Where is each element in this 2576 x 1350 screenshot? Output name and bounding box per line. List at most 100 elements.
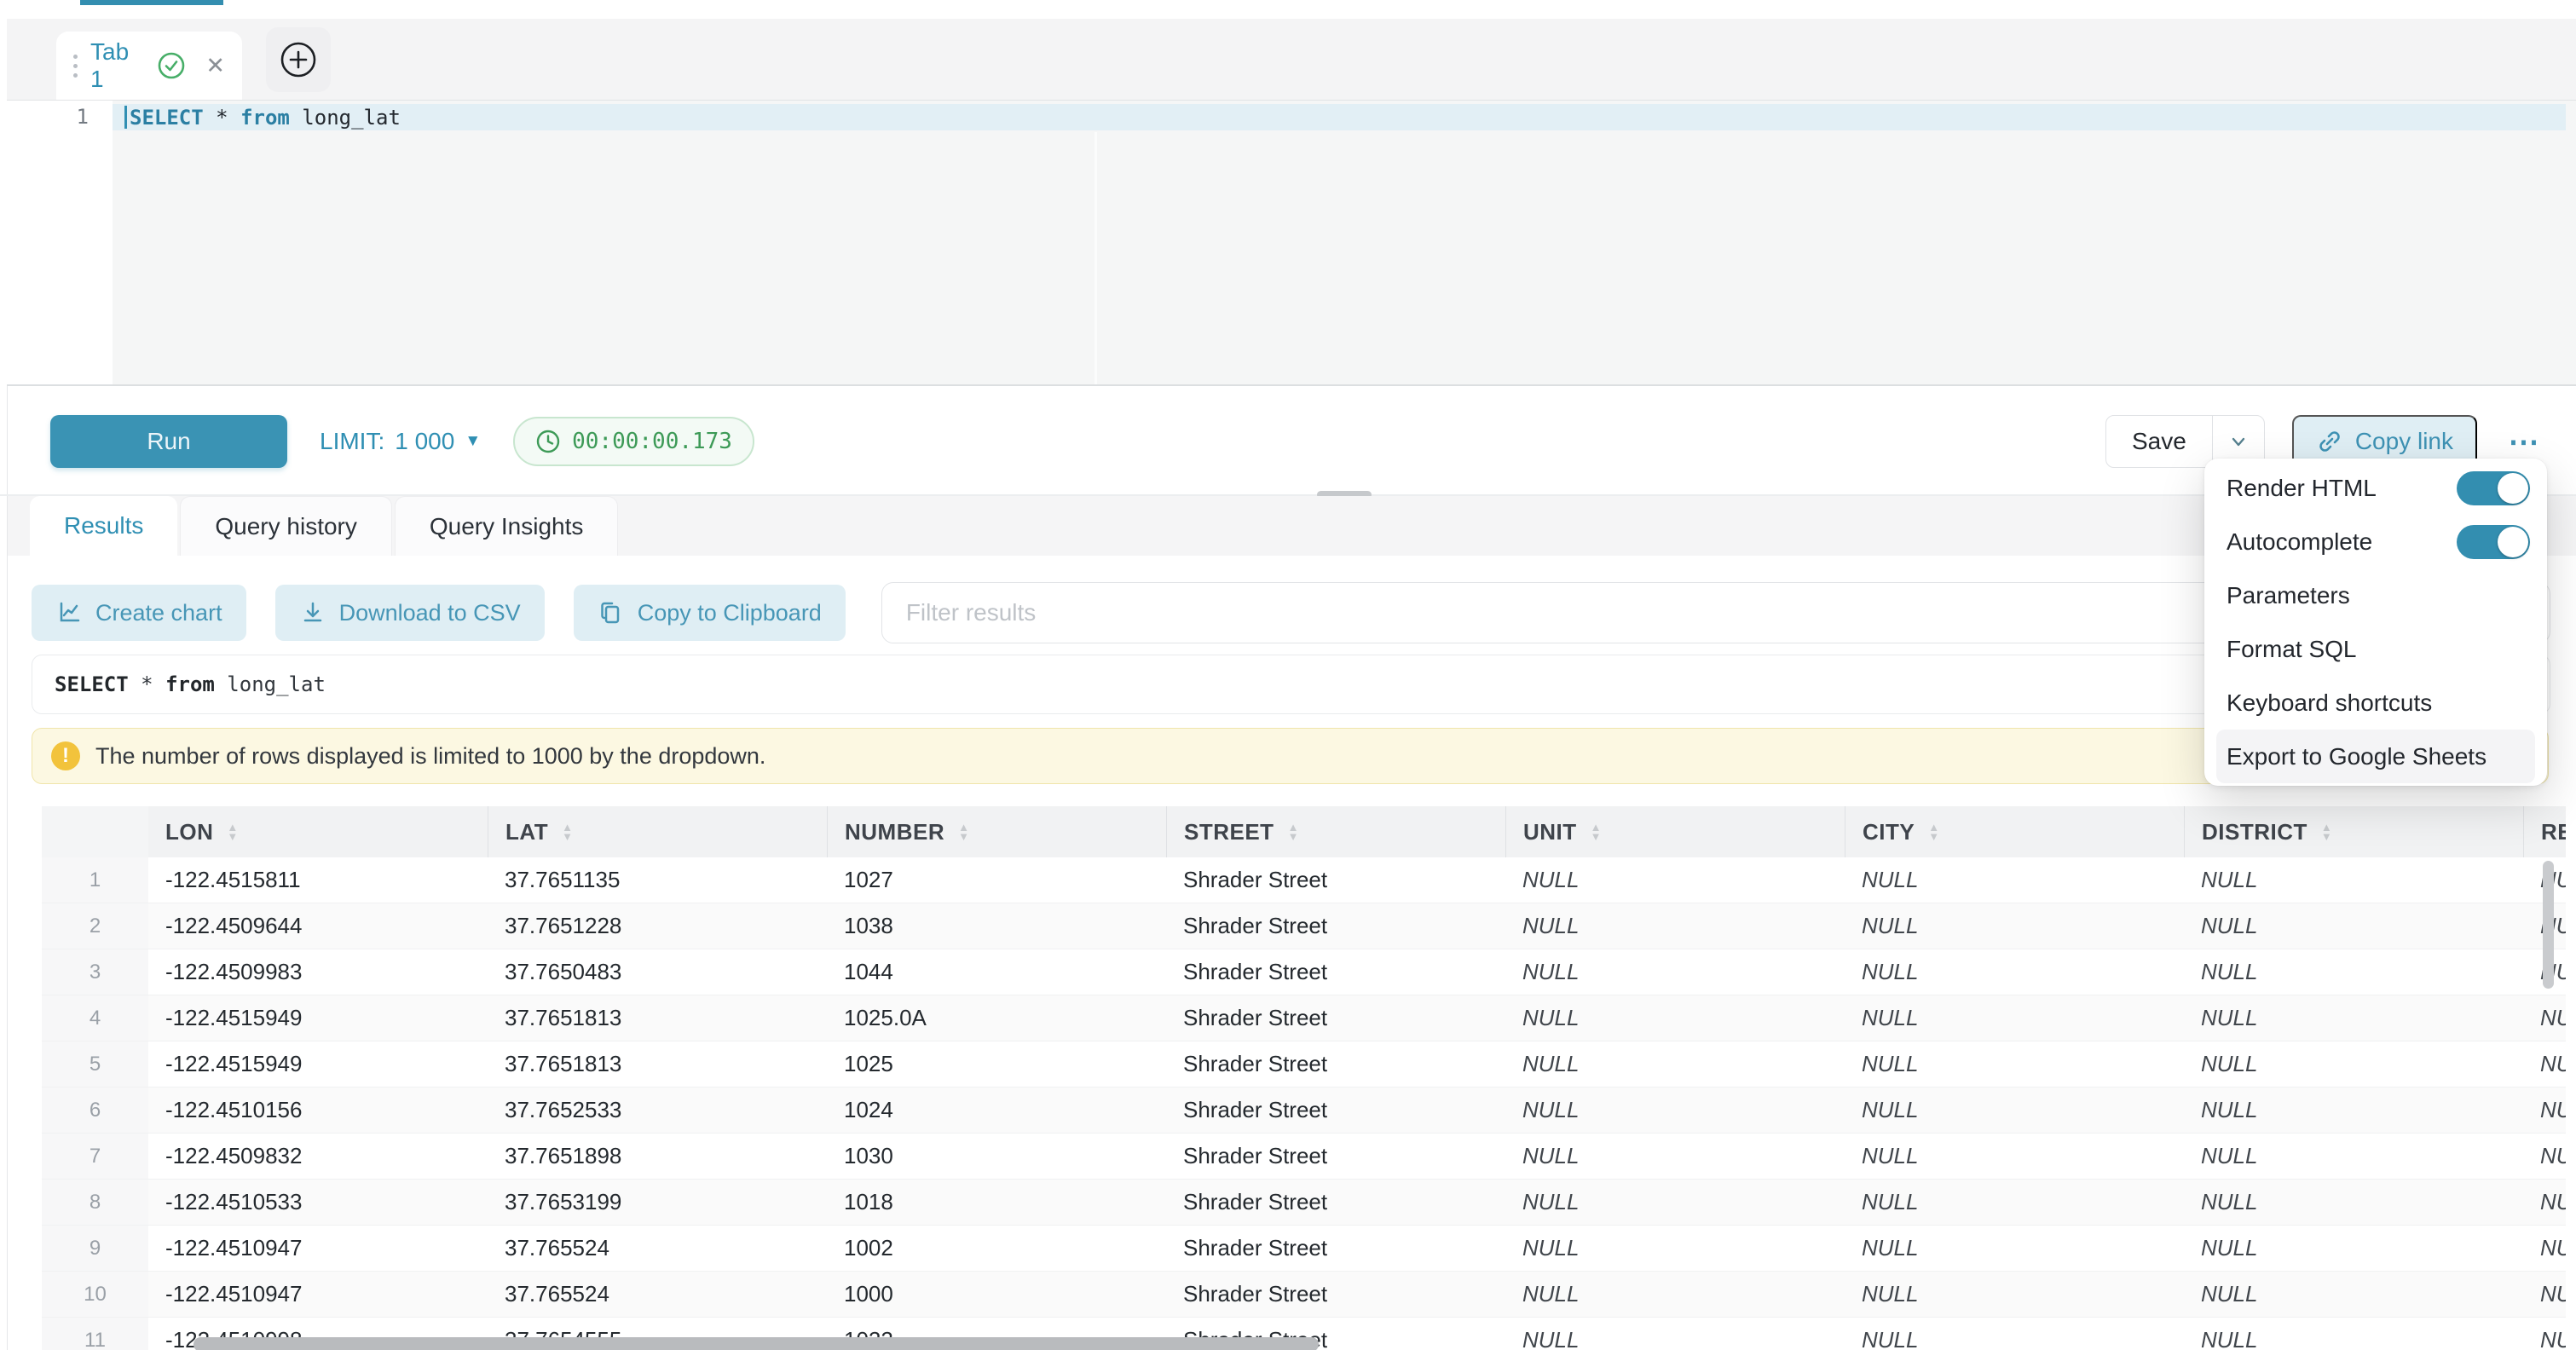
table-cell: -122.4510156 bbox=[148, 1088, 488, 1133]
table-cell: 37.7651813 bbox=[488, 995, 827, 1041]
table-cell: NULL bbox=[2523, 1088, 2566, 1133]
table-cell: Shrader Street bbox=[1166, 995, 1505, 1041]
column-header-district[interactable]: DISTRICT▲▼ bbox=[2184, 806, 2523, 857]
column-label: STREET bbox=[1184, 819, 1274, 845]
sql-editor[interactable]: 1 SELECT * from long_lat bbox=[7, 101, 2576, 386]
download-csv-button[interactable]: Download to CSV bbox=[275, 585, 545, 641]
table-cell: 1038 bbox=[827, 903, 1166, 949]
row-number: 1 bbox=[42, 857, 148, 903]
column-header-street[interactable]: STREET ▲▼ bbox=[1166, 806, 1505, 857]
menu-item-parameters[interactable]: Parameters bbox=[2204, 568, 2547, 622]
table-cell: NULL bbox=[2184, 1041, 2523, 1087]
vertical-scrollbar[interactable] bbox=[2543, 861, 2554, 989]
column-label: LAT bbox=[505, 819, 548, 845]
editor-gutter: 1 bbox=[7, 101, 113, 384]
table-cell: NULL bbox=[2184, 1180, 2523, 1225]
sort-icon: ▲▼ bbox=[958, 822, 969, 841]
column-header-city[interactable]: CITY▲▼ bbox=[1845, 806, 2184, 857]
close-tab-icon[interactable]: ✕ bbox=[205, 53, 225, 79]
copy-clipboard-button[interactable]: Copy to Clipboard bbox=[574, 585, 846, 641]
menu-item-keyboard-shortcuts[interactable]: Keyboard shortcuts bbox=[2204, 676, 2547, 730]
row-number: 7 bbox=[42, 1134, 148, 1179]
table-row[interactable]: 5-122.451594937.76518131025Shrader Stree… bbox=[42, 1041, 2566, 1088]
table-header-row: LON▲▼LAT▲▼NUMBER▲▼STREET▲▼UNIT▲▼CITY▲▼DI… bbox=[42, 806, 2566, 857]
render-html-toggle[interactable] bbox=[2457, 471, 2530, 505]
query-toolbar: Run LIMIT: 1 000 ▼ 00:00:00.173 Save Cop… bbox=[8, 388, 2576, 494]
table-row[interactable]: 2-122.450964437.76512281038Shrader Stree… bbox=[42, 903, 2566, 949]
more-options-button[interactable]: ⋯ bbox=[2501, 424, 2549, 459]
line-number: 1 bbox=[77, 105, 89, 129]
menu-item-format-sql[interactable]: Format SQL bbox=[2204, 622, 2547, 676]
column-header-unit[interactable]: UNIT ▲▼ bbox=[1505, 806, 1845, 857]
sort-icon: ▲▼ bbox=[1591, 822, 1602, 841]
sort-icon: ▲▼ bbox=[562, 822, 573, 841]
sort-icon: ▲▼ bbox=[227, 822, 238, 841]
table-cell: NULL bbox=[2523, 1180, 2566, 1225]
table-cell: NULL bbox=[1505, 949, 1845, 995]
table-cell: NULL bbox=[2184, 1226, 2523, 1271]
table-cell: NULL bbox=[1845, 1180, 2184, 1225]
table-cell: 1027 bbox=[827, 857, 1166, 903]
tab-query-1[interactable]: Tab 1 ✕ bbox=[56, 32, 242, 100]
tab-query-insights[interactable]: Query Insights bbox=[395, 496, 619, 556]
menu-item-export-google-sheets[interactable]: Export to Google Sheets bbox=[2216, 730, 2535, 783]
table-cell: 1025.0A bbox=[827, 995, 1166, 1041]
link-icon bbox=[2316, 428, 2343, 455]
row-number: 9 bbox=[42, 1226, 148, 1271]
tab-results[interactable]: Results bbox=[30, 496, 177, 556]
column-header-re[interactable]: RE▲▼ bbox=[2523, 806, 2566, 857]
editor-tab-bar: Tab 1 ✕ bbox=[7, 19, 2576, 101]
sql-keyword: SELECT bbox=[130, 106, 204, 130]
new-tab-button[interactable] bbox=[266, 27, 331, 92]
table-row[interactable]: 6-122.451015637.76525331024Shrader Stree… bbox=[42, 1088, 2566, 1134]
column-label: LON bbox=[165, 819, 213, 845]
save-button[interactable]: Save bbox=[2106, 416, 2213, 467]
menu-item-render-html[interactable]: Render HTML bbox=[2204, 461, 2547, 515]
table-cell: NULL bbox=[1505, 857, 1845, 903]
horizontal-scrollbar[interactable] bbox=[193, 1337, 1319, 1350]
column-label: UNIT bbox=[1523, 819, 1577, 845]
table-row[interactable]: 9-122.451094737.7655241002Shrader Street… bbox=[42, 1226, 2566, 1272]
table-cell: -122.4510947 bbox=[148, 1226, 488, 1271]
sort-icon: ▲▼ bbox=[1288, 822, 1299, 841]
table-cell: Shrader Street bbox=[1166, 903, 1505, 949]
table-cell: NULL bbox=[2184, 1088, 2523, 1133]
table-row[interactable]: 7-122.450983237.76518981030Shrader Stree… bbox=[42, 1134, 2566, 1180]
query-timer-badge: 00:00:00.173 bbox=[513, 417, 754, 466]
tab-query-history[interactable]: Query history bbox=[180, 496, 392, 556]
table-cell: 1030 bbox=[827, 1134, 1166, 1179]
create-chart-button[interactable]: Create chart bbox=[32, 585, 246, 641]
table-cell: -122.4515949 bbox=[148, 995, 488, 1041]
table-cell: -122.4515811 bbox=[148, 857, 488, 903]
table-cell: NULL bbox=[2523, 1272, 2566, 1317]
table-row[interactable]: 1-122.451581137.76511351027Shrader Stree… bbox=[42, 857, 2566, 903]
limit-dropdown[interactable]: LIMIT: 1 000 ▼ bbox=[320, 428, 481, 455]
table-cell: 37.765524 bbox=[488, 1226, 827, 1271]
run-button[interactable]: Run bbox=[50, 415, 287, 468]
warning-icon: ! bbox=[51, 741, 80, 770]
column-header-lat[interactable]: LAT ▲▼ bbox=[488, 806, 827, 857]
clock-icon bbox=[535, 429, 561, 454]
column-header-number[interactable]: NUMBER▲▼ bbox=[827, 806, 1166, 857]
table-cell: NULL bbox=[2184, 995, 2523, 1041]
table-row[interactable]: 10-122.451094737.7655241000Shrader Stree… bbox=[42, 1272, 2566, 1318]
table-cell: NULL bbox=[1845, 1272, 2184, 1317]
column-header-lon[interactable]: LON ▲▼ bbox=[148, 806, 488, 857]
column-label: CITY bbox=[1863, 819, 1915, 845]
table-cell: NULL bbox=[2184, 1134, 2523, 1179]
table-cell: 37.7651228 bbox=[488, 903, 827, 949]
editor-code-area[interactable]: SELECT * from long_lat bbox=[113, 101, 2576, 384]
autocomplete-toggle[interactable] bbox=[2457, 525, 2530, 559]
table-cell: NULL bbox=[2523, 1318, 2566, 1350]
table-cell: Shrader Street bbox=[1166, 1272, 1505, 1317]
table-row[interactable]: 8-122.451053337.76531991018Shrader Stree… bbox=[42, 1180, 2566, 1226]
column-label: DISTRICT bbox=[2202, 819, 2307, 845]
menu-item-autocomplete[interactable]: Autocomplete bbox=[2204, 515, 2547, 568]
table-cell: NULL bbox=[2523, 1226, 2566, 1271]
table-row[interactable]: 4-122.451594937.76518131025.0AShrader St… bbox=[42, 995, 2566, 1041]
table-cell: NULL bbox=[1505, 1318, 1845, 1350]
tab-label: Tab 1 bbox=[90, 38, 146, 93]
line-chart-icon bbox=[55, 599, 83, 626]
table-row[interactable]: 3-122.450998337.76504831044Shrader Stree… bbox=[42, 949, 2566, 995]
more-options-menu: Render HTML Autocomplete Parameters Form… bbox=[2204, 459, 2547, 786]
